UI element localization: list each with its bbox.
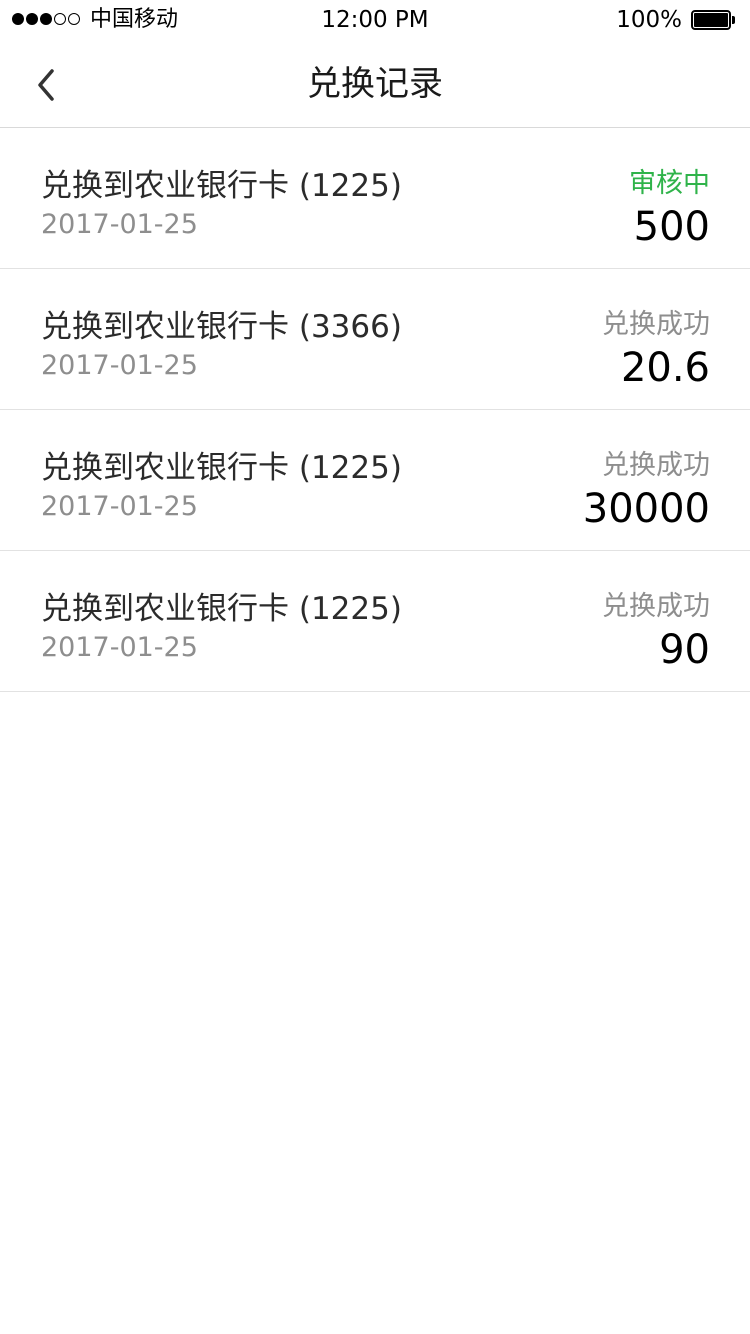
battery-percentage: 100% bbox=[616, 7, 682, 33]
nav-bar: 兑换记录 bbox=[0, 40, 750, 128]
status-badge: 兑换成功 bbox=[602, 591, 710, 622]
record-amount: 90 bbox=[659, 627, 710, 673]
record-title: 兑换到农业银行卡 (1225) bbox=[41, 591, 402, 627]
status-badge: 兑换成功 bbox=[602, 450, 710, 481]
battery-icon bbox=[691, 10, 735, 30]
record-list: 兑换到农业银行卡 (1225) 2017-01-25 审核中 500 兑换到农业… bbox=[0, 128, 750, 692]
record-title: 兑换到农业银行卡 (3366) bbox=[41, 309, 402, 345]
record-row[interactable]: 兑换到农业银行卡 (1225) 2017-01-25 审核中 500 bbox=[0, 128, 750, 269]
record-title: 兑换到农业银行卡 (1225) bbox=[41, 168, 402, 204]
record-row[interactable]: 兑换到农业银行卡 (1225) 2017-01-25 兑换成功 30000 bbox=[0, 410, 750, 551]
status-badge: 审核中 bbox=[629, 168, 710, 199]
record-amount: 30000 bbox=[582, 486, 710, 532]
record-row[interactable]: 兑换到农业银行卡 (3366) 2017-01-25 兑换成功 20.6 bbox=[0, 269, 750, 410]
record-date: 2017-01-25 bbox=[41, 350, 198, 381]
record-date: 2017-01-25 bbox=[41, 209, 198, 240]
status-bar: 中国移动 12:00 PM 100% bbox=[0, 0, 750, 40]
record-date: 2017-01-25 bbox=[41, 491, 198, 522]
status-badge: 兑换成功 bbox=[602, 309, 710, 340]
record-row[interactable]: 兑换到农业银行卡 (1225) 2017-01-25 兑换成功 90 bbox=[0, 551, 750, 692]
record-amount: 20.6 bbox=[620, 345, 710, 391]
record-amount: 500 bbox=[633, 204, 710, 250]
record-title: 兑换到农业银行卡 (1225) bbox=[41, 450, 402, 486]
page-title: 兑换记录 bbox=[307, 64, 443, 104]
record-date: 2017-01-25 bbox=[41, 632, 198, 663]
